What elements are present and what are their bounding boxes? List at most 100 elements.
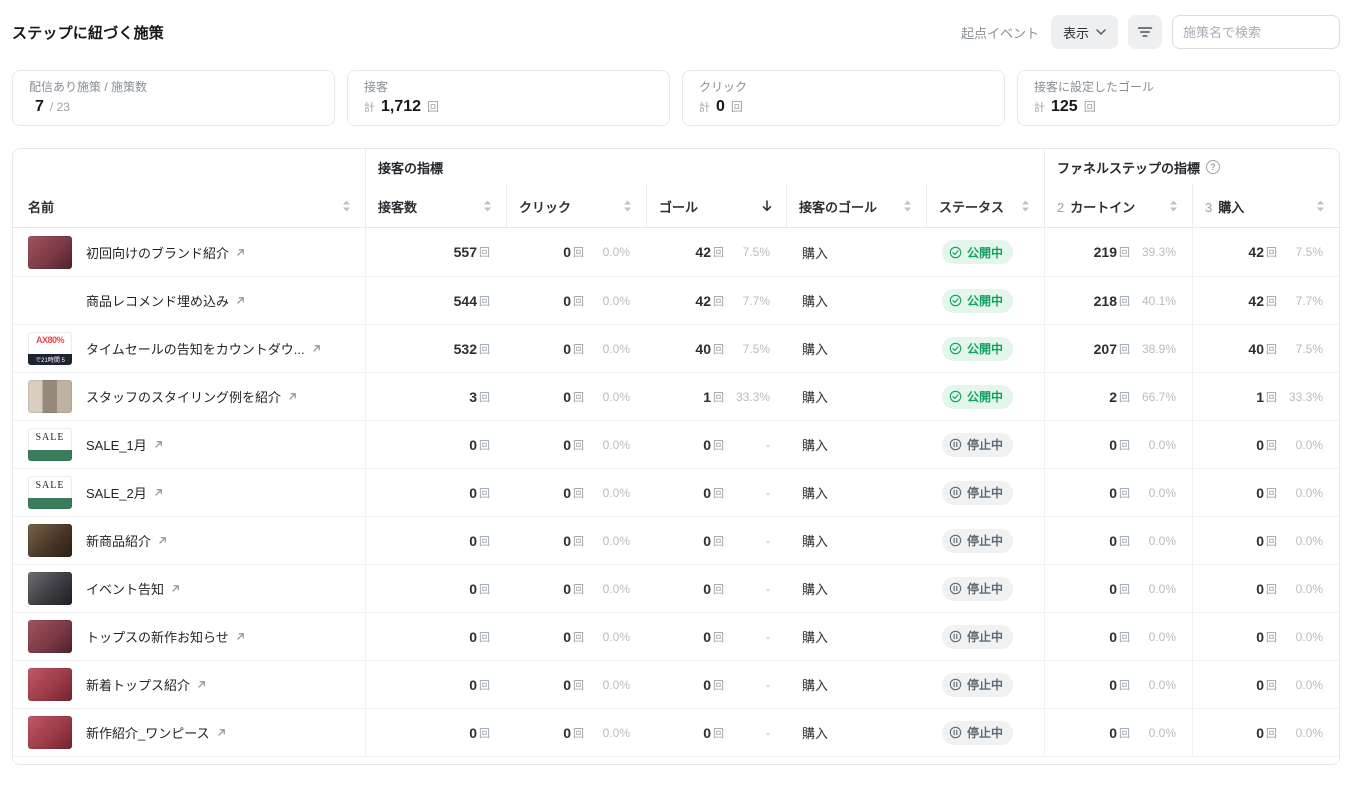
measure-thumbnail: SALE	[28, 476, 72, 509]
goal-value: 40	[695, 340, 711, 357]
count-unit: 回	[1266, 727, 1277, 740]
purchase-rate: 0.0%	[1295, 581, 1323, 596]
open-link-icon[interactable]	[170, 583, 181, 594]
table-row[interactable]: イベント告知 0回 0回 0.0% 0回 - 購入 停止中 0回 0.0% 0 …	[13, 564, 1339, 612]
measure-name[interactable]: SALE_1月	[86, 435, 147, 454]
column-header-purchase[interactable]: 3 購入	[1192, 185, 1339, 227]
measure-thumbnail	[28, 668, 72, 701]
open-link-icon[interactable]	[157, 535, 168, 546]
filter-button[interactable]	[1128, 15, 1162, 49]
measure-name[interactable]: 新作紹介_ワンピース	[86, 723, 210, 742]
service-goal-cell: 購入	[786, 228, 926, 276]
display-dropdown-button[interactable]: 表示	[1050, 15, 1118, 49]
cart-in-rate: 0.0%	[1148, 677, 1176, 692]
clicks-cell: 0回 0.0%	[506, 709, 646, 756]
goal-cell: 0回 -	[646, 469, 786, 516]
status-label: 停止中	[967, 486, 1004, 500]
goal-rate: 7.7%	[742, 293, 770, 308]
cart-in-cell: 219 回 39.3%	[1044, 228, 1192, 276]
purchase-cell: 0回 0.0%	[1192, 517, 1339, 564]
summary-card-suffix: 回	[427, 100, 440, 114]
sort-desc-icon	[762, 200, 772, 212]
open-link-icon[interactable]	[235, 631, 246, 642]
table-row[interactable]: 商品レコメンド埋め込み 544 回 0回 0.0% 42 回 7.7% 購入 公開中…	[13, 276, 1339, 324]
column-header-goal[interactable]: ゴール	[646, 185, 786, 227]
status-cell: 停止中	[926, 709, 1044, 756]
summary-card-prefix: 計	[699, 102, 710, 114]
open-link-icon[interactable]	[196, 679, 207, 690]
measure-name[interactable]: 新着トップス紹介	[86, 675, 190, 694]
column-header-service-goal[interactable]: 接客のゴール	[786, 185, 926, 227]
column-header-sessions[interactable]: 接客数	[365, 185, 506, 227]
cart-in-rate: 0.0%	[1148, 485, 1176, 500]
cart-in-value: 0	[1109, 724, 1117, 741]
open-link-icon[interactable]	[311, 343, 322, 354]
count-unit: 回	[573, 439, 584, 452]
table-row[interactable]: SALE SALE_1月 0回 0回 0.0% 0回 - 購入 停止中 0 回 …	[13, 420, 1339, 468]
open-link-icon[interactable]	[235, 295, 246, 306]
table-row[interactable]: 新作紹介_ワンピース 0回 0回 0.0% 0回 - 購入 停止中 0回 0.0…	[13, 708, 1339, 756]
origin-event-label: 起点イベント	[960, 25, 1039, 41]
table-row[interactable]: 初回向けのブランド紹介 557 回 0回 0.0% 42 回 7.5% 購入 公開中…	[13, 228, 1339, 276]
sessions-cell: 0回	[365, 709, 506, 756]
open-link-icon[interactable]	[153, 439, 164, 450]
count-unit: 回	[713, 247, 724, 259]
open-link-icon[interactable]	[153, 487, 164, 498]
table-row[interactable]: 新商品紹介 0回 0回 0.0% 0回 - 購入 停止中 0回 0.0% 0 回…	[13, 516, 1339, 564]
clicks-cell: 0回 0.0%	[506, 469, 646, 516]
summary-card-goals: 接客に設定したゴール 計 125 回	[1017, 70, 1340, 126]
measure-name-cell: SALE SALE_2月	[13, 469, 365, 516]
thumbnail-text-top: AX80%	[35, 335, 65, 345]
status-cell: 停止中	[926, 421, 1044, 468]
column-header-name[interactable]: 名前	[13, 185, 365, 227]
table-row[interactable]: トップスの新作お知らせ 0回 0回 0.0% 0回 - 購入 停止中 0回 0.…	[13, 612, 1339, 660]
table-row-partial[interactable]	[13, 756, 1339, 764]
measure-name[interactable]: 新商品紹介	[86, 531, 151, 550]
measure-name[interactable]: SALE_2月	[86, 483, 147, 502]
goal-value: 0	[703, 628, 711, 645]
table-row[interactable]: 新着トップス紹介 0回 0回 0.0% 0回 - 購入 停止中 0回 0.0% …	[13, 660, 1339, 708]
summary-card-value: 7	[35, 98, 44, 115]
summary-card-value: 0	[716, 98, 725, 115]
status-badge: 停止中	[942, 624, 1014, 649]
table-row[interactable]: SALE SALE_2月 0回 0回 0.0% 0回 - 購入 停止中 0 回 …	[13, 468, 1339, 516]
clicks-cell: 0回 0.0%	[506, 277, 646, 324]
open-link-icon[interactable]	[216, 727, 227, 738]
column-header-status[interactable]: ステータス	[926, 185, 1044, 227]
sessions-cell: 544 回	[365, 277, 506, 324]
status-cell: 公開中	[926, 325, 1044, 372]
summary-card-label: クリック	[699, 80, 748, 94]
sort-icon	[624, 200, 631, 212]
measure-name[interactable]: スタッフのスタイリング例を紹介	[86, 387, 281, 406]
count-unit: 回	[1119, 247, 1130, 259]
service-goal-cell: 購入	[786, 421, 926, 468]
measure-name[interactable]: 商品レコメンド埋め込み	[86, 291, 229, 310]
measure-name[interactable]: タイムセールの告知をカウントダウ...	[86, 339, 305, 358]
thumbnail-text-bottom: で21時間 5	[28, 354, 72, 365]
measure-name[interactable]: イベント告知	[86, 579, 164, 598]
sessions-cell: 532 回	[365, 325, 506, 372]
sessions-value: 532	[453, 340, 477, 357]
pause-circle-icon	[949, 534, 962, 547]
table-row[interactable]: スタッフのスタイリング例を紹介 3回 0回 0.0% 1回 33.3% 購入 公…	[13, 372, 1339, 420]
open-link-icon[interactable]	[235, 247, 246, 258]
search-input[interactable]	[1172, 15, 1340, 49]
measure-name[interactable]: 初回向けのブランド紹介	[86, 243, 229, 262]
count-unit: 回	[479, 295, 490, 308]
purchase-value: 0	[1256, 724, 1264, 741]
table-row[interactable]: AX80% で21時間 5 タイムセールの告知をカウントダウ... 532 回 0…	[13, 324, 1339, 372]
clicks-value: 0	[563, 580, 571, 597]
status-cell: 停止中	[926, 613, 1044, 660]
purchase-cell: 0回 0.0%	[1192, 709, 1339, 756]
column-header-cart-in[interactable]: 2 カートイン	[1044, 185, 1192, 227]
table-group-header: 接客の指標 ファネルステップの指標 ?	[13, 149, 1339, 185]
open-link-icon[interactable]	[287, 391, 298, 402]
count-unit: 回	[573, 535, 584, 548]
goal-value: 0	[703, 532, 711, 549]
service-goal-cell: 購入	[786, 469, 926, 516]
clicks-cell: 0回 0.0%	[506, 421, 646, 468]
column-header-clicks[interactable]: クリック	[506, 185, 646, 227]
measure-name[interactable]: トップスの新作お知らせ	[86, 627, 229, 646]
status-badge: 停止中	[942, 432, 1014, 457]
help-icon[interactable]: ?	[1206, 160, 1221, 174]
